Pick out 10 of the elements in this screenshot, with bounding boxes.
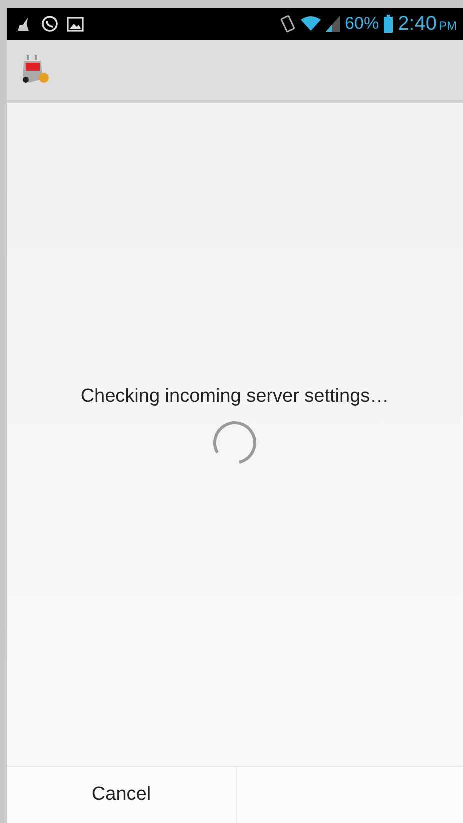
clock-time: 2:40 [398,12,437,36]
vibrate-icon [280,15,296,33]
image-icon [67,16,84,32]
battery-icon [384,15,394,33]
progress-message: Checking incoming server settings… [80,386,390,408]
battery-percent: 60% [345,14,380,34]
wifi-icon [301,16,322,32]
signal-icon [326,16,340,32]
chat-icon [41,15,59,33]
clock-meridiem: PM [439,19,457,33]
